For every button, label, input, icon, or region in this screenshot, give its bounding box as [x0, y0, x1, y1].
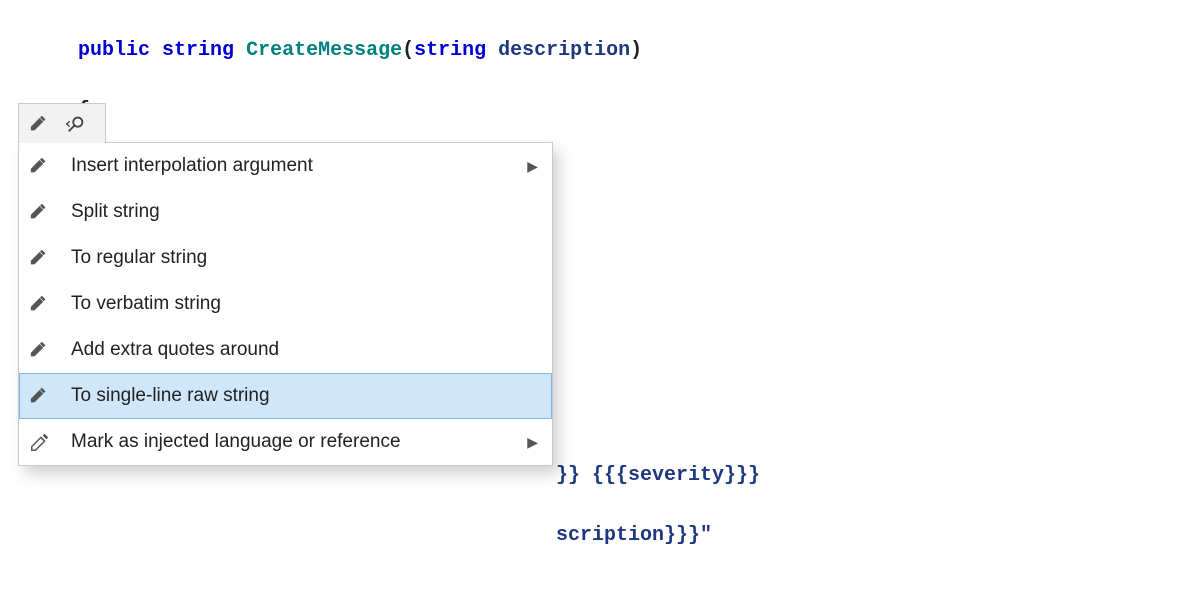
- param-name: description: [498, 39, 630, 62]
- interp-line-1: }} {{{severity}}}: [556, 464, 760, 487]
- menu-item-label: To regular string: [71, 247, 552, 269]
- menu-item-insert-interpolation-argument[interactable]: Insert interpolation argument▶: [19, 143, 552, 189]
- menu-item-label: Mark as injected language or reference: [71, 431, 527, 453]
- menu-item-add-extra-quotes-around[interactable]: Add extra quotes around: [19, 327, 552, 373]
- hammer-icon: [29, 155, 51, 177]
- menu-item-label: Split string: [71, 201, 552, 223]
- paren-close: ): [630, 39, 642, 62]
- hammer-icon: [29, 247, 51, 269]
- inspect-icon[interactable]: [65, 113, 87, 135]
- method-name: CreateMessage: [246, 39, 402, 62]
- hammer-icon: [29, 201, 51, 223]
- interp-line-2: scription}}}": [556, 524, 712, 547]
- hammer-icon[interactable]: [29, 113, 51, 135]
- hammer-icon: [29, 385, 51, 407]
- menu-item-split-string[interactable]: Split string: [19, 189, 552, 235]
- type-string: string: [162, 39, 234, 62]
- menu-item-to-single-line-raw-string[interactable]: To single-line raw string: [19, 373, 552, 419]
- hammer-icon: [29, 339, 51, 361]
- pencil-icon: [29, 431, 51, 453]
- keyword-public: public: [78, 39, 150, 62]
- hammer-icon: [29, 293, 51, 315]
- quick-fix-toolbar[interactable]: [18, 103, 106, 143]
- submenu-arrow-icon: ▶: [527, 158, 538, 175]
- menu-item-label: Insert interpolation argument: [71, 155, 527, 177]
- quick-fix-menu[interactable]: Insert interpolation argument▶Split stri…: [18, 142, 553, 466]
- paren-open: (: [402, 39, 414, 62]
- menu-item-label: To verbatim string: [71, 293, 552, 315]
- menu-item-label: To single-line raw string: [71, 385, 552, 407]
- menu-item-to-verbatim-string[interactable]: To verbatim string: [19, 281, 552, 327]
- menu-item-label: Add extra quotes around: [71, 339, 552, 361]
- menu-item-mark-as-injected-language-or-reference[interactable]: Mark as injected language or reference▶: [19, 419, 552, 465]
- menu-item-to-regular-string[interactable]: To regular string: [19, 235, 552, 281]
- param-type: string: [414, 39, 486, 62]
- submenu-arrow-icon: ▶: [527, 434, 538, 451]
